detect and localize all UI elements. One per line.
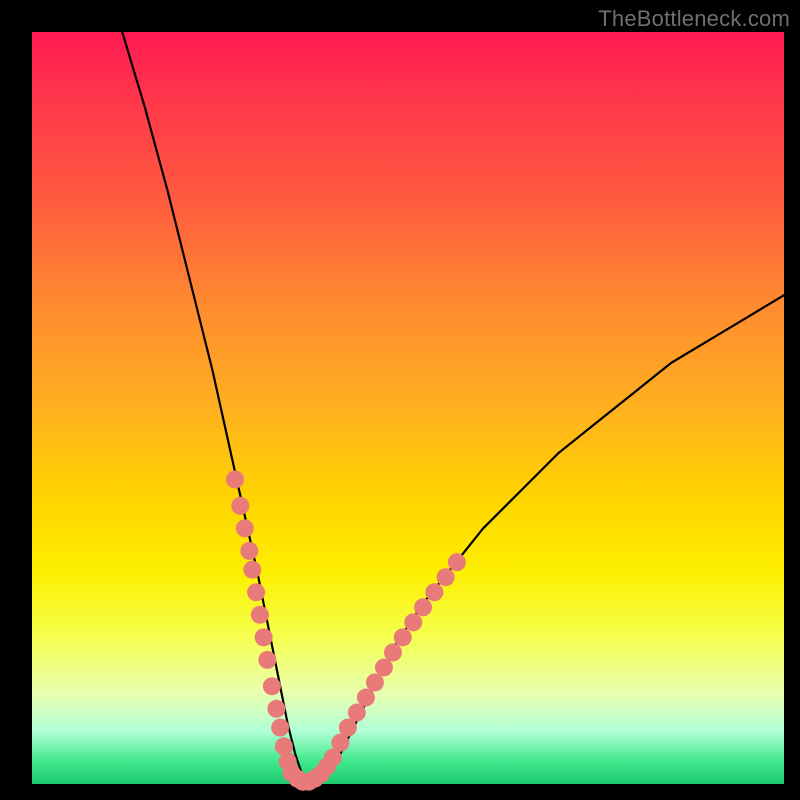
data-point xyxy=(425,583,443,601)
outer-frame: TheBottleneck.com xyxy=(0,0,800,800)
data-point xyxy=(375,658,393,676)
data-point xyxy=(394,628,412,646)
data-point xyxy=(384,643,402,661)
data-point xyxy=(414,598,432,616)
data-point xyxy=(437,568,455,586)
data-point xyxy=(226,470,244,488)
chart-svg xyxy=(32,32,784,784)
data-point xyxy=(267,700,285,718)
data-point xyxy=(263,677,281,695)
data-point xyxy=(357,689,375,707)
data-point xyxy=(236,519,254,537)
data-point xyxy=(231,497,249,515)
data-point xyxy=(348,704,366,722)
plot-area xyxy=(32,32,784,784)
data-point xyxy=(258,651,276,669)
curve-path xyxy=(122,32,784,784)
data-point xyxy=(404,613,422,631)
watermark-text: TheBottleneck.com xyxy=(598,6,790,32)
data-point xyxy=(366,673,384,691)
data-point xyxy=(275,737,293,755)
data-point xyxy=(448,553,466,571)
data-point xyxy=(339,719,357,737)
data-point xyxy=(243,561,261,579)
data-point xyxy=(247,583,265,601)
data-point xyxy=(255,628,273,646)
data-point xyxy=(240,542,258,560)
data-point xyxy=(251,606,269,624)
data-point xyxy=(271,719,289,737)
